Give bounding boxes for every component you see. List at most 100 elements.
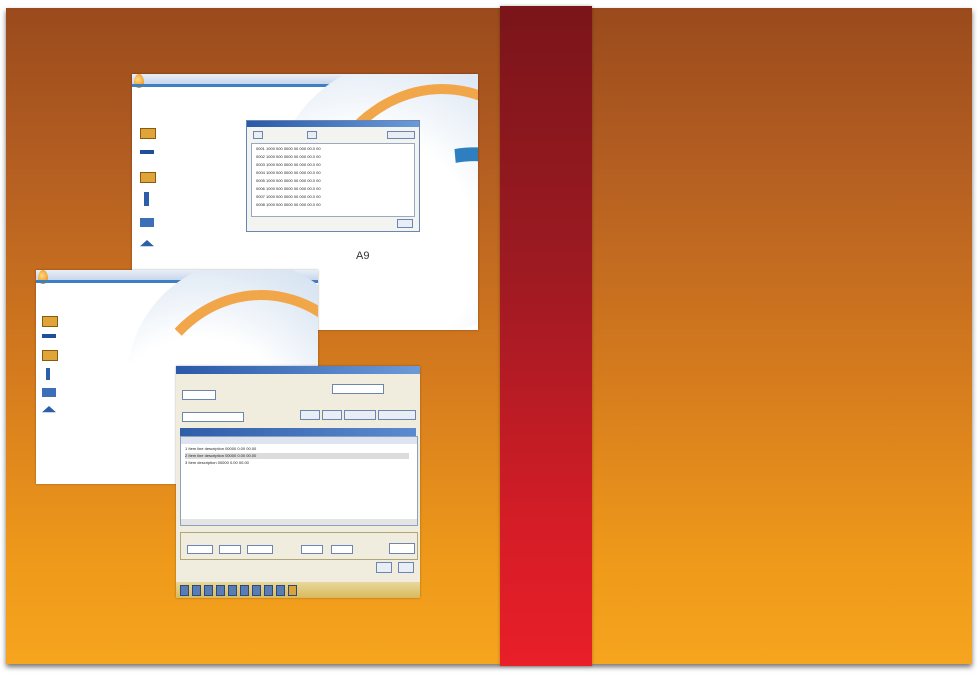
next-icon[interactable] <box>264 585 273 596</box>
table-cell: 00.0 <box>307 178 316 183</box>
form-dropdown[interactable] <box>182 390 216 400</box>
total-field <box>301 545 323 554</box>
table-cell: Item line description <box>188 446 224 451</box>
table-cell: 0006 <box>256 186 265 191</box>
table-cell: Item description <box>188 460 217 465</box>
folder-open-icon[interactable] <box>140 128 156 139</box>
search-icon[interactable] <box>204 585 213 596</box>
table-cell: 000 <box>299 194 307 199</box>
wrench-icon[interactable] <box>144 192 149 206</box>
table-cell: 1000 000 0000 00 <box>266 162 299 167</box>
table-row[interactable]: 1 Item line description 00000 0.00 00.00 <box>185 446 409 452</box>
table-cell: 00.0 <box>307 194 316 199</box>
table-cell: 1000 000 0000 00 <box>266 186 299 191</box>
last-icon[interactable] <box>276 585 285 596</box>
form-text-input[interactable] <box>182 412 244 422</box>
table-cell: 000 <box>299 146 307 151</box>
table-row[interactable]: 0003 1000 000 0000 00 000 00.0 00 <box>256 162 406 168</box>
folder-open-icon[interactable] <box>42 316 58 327</box>
table-cell: 2 <box>185 453 188 458</box>
folder-add-icon[interactable] <box>140 172 156 183</box>
dialog-close-button[interactable] <box>387 131 415 139</box>
delete-icon[interactable] <box>228 585 237 596</box>
table-cell: 00 <box>316 178 321 183</box>
table-cell: 00.00 <box>246 446 257 451</box>
first-icon[interactable] <box>240 585 249 596</box>
table-cell: 000 <box>299 178 307 183</box>
horizontal-scrollbar[interactable] <box>181 519 417 525</box>
ok-button[interactable] <box>376 562 392 573</box>
minus-icon[interactable] <box>140 150 154 154</box>
table-cell: 0003 <box>256 162 265 167</box>
table-row[interactable]: 0007 1000 000 0000 00 000 00.0 00 <box>256 194 406 200</box>
items-grid: 1 Item line description 00000 0.00 00.00… <box>180 436 418 526</box>
table-cell: 00 <box>316 146 321 151</box>
table-cell: Item line description <box>188 453 224 458</box>
print-icon[interactable] <box>192 585 201 596</box>
minus-icon[interactable] <box>42 334 56 338</box>
form-button[interactable] <box>322 410 342 420</box>
tab-strip <box>180 428 416 436</box>
form-button[interactable] <box>300 410 320 420</box>
table-row[interactable]: 0002 1000 000 0000 00 000 00.0 00 <box>256 154 406 160</box>
table-cell: 000 <box>299 202 307 207</box>
table-row[interactable]: 3 Item description 00000 0.00 00.00 <box>185 460 409 466</box>
dialog-ok-button[interactable] <box>397 219 413 228</box>
page: A9 0001 1000 000 0000 00 000 00.0 00 000… <box>0 0 978 676</box>
form-toolbar <box>176 582 420 598</box>
table-row[interactable]: 0008 1000 000 0000 00 000 00.0 00 <box>256 202 406 208</box>
grid-header <box>181 437 417 444</box>
help-icon[interactable] <box>288 585 297 596</box>
folder-add-icon[interactable] <box>42 350 58 361</box>
table-cell: 00.0 <box>307 154 316 159</box>
table-cell: 000 <box>299 154 307 159</box>
users-icon[interactable] <box>140 218 154 227</box>
table-cell: 000 <box>299 162 307 167</box>
table-row[interactable]: 0004 1000 000 0000 00 000 00.0 00 <box>256 170 406 176</box>
dialog-toolbar-button[interactable] <box>307 131 317 139</box>
eject-icon[interactable] <box>140 240 154 247</box>
table-cell: 0007 <box>256 194 265 199</box>
dialog-toolbar-button[interactable] <box>253 131 263 139</box>
total-field <box>247 545 273 554</box>
prev-icon[interactable] <box>252 585 261 596</box>
table-cell: 1000 000 0000 00 <box>266 178 299 183</box>
table-row[interactable]: 0005 1000 000 0000 00 000 00.0 00 <box>256 178 406 184</box>
form-button[interactable] <box>344 410 376 420</box>
table-cell: 00000 <box>225 453 237 458</box>
table-cell: 00 <box>316 194 321 199</box>
data-dialog: 0001 1000 000 0000 00 000 00.0 00 0002 1… <box>246 120 420 232</box>
table-row[interactable]: 0001 1000 000 0000 00 000 00.0 00 <box>256 146 406 152</box>
wrench-icon[interactable] <box>46 368 50 380</box>
table-cell: 00.0 <box>307 202 316 207</box>
total-field <box>219 545 241 554</box>
total-field <box>331 545 353 554</box>
form-button[interactable] <box>378 410 416 420</box>
table-cell: 00.0 <box>307 186 316 191</box>
table-cell: 000 <box>299 170 307 175</box>
table-cell: 00.0 <box>307 146 316 151</box>
cancel-button[interactable] <box>398 562 414 573</box>
table-cell: 0008 <box>256 202 265 207</box>
table-cell: 00 <box>316 186 321 191</box>
add-icon[interactable] <box>216 585 225 596</box>
form-titlebar <box>176 366 420 374</box>
table-cell: 00000 <box>225 446 237 451</box>
table-cell: 00000 <box>217 460 229 465</box>
total-field <box>187 545 213 554</box>
save-icon[interactable] <box>180 585 189 596</box>
eject-icon[interactable] <box>42 406 56 413</box>
table-cell: 0004 <box>256 170 265 175</box>
table-cell: 000 <box>299 186 307 191</box>
table-cell: 00.0 <box>307 162 316 167</box>
red-band <box>500 6 592 666</box>
table-row[interactable]: 0006 1000 000 0000 00 000 00.0 00 <box>256 186 406 192</box>
table-cell: 0.00 <box>237 446 246 451</box>
table-cell: 1000 000 0000 00 <box>266 146 299 151</box>
users-icon[interactable] <box>42 388 56 397</box>
table-row[interactable]: 2 Item line description 00000 0.00 00.00 <box>185 453 409 459</box>
dialog-titlebar <box>247 121 419 127</box>
table-cell: 00.00 <box>238 460 249 465</box>
form-search-field[interactable] <box>332 384 384 394</box>
total-field <box>389 543 415 554</box>
